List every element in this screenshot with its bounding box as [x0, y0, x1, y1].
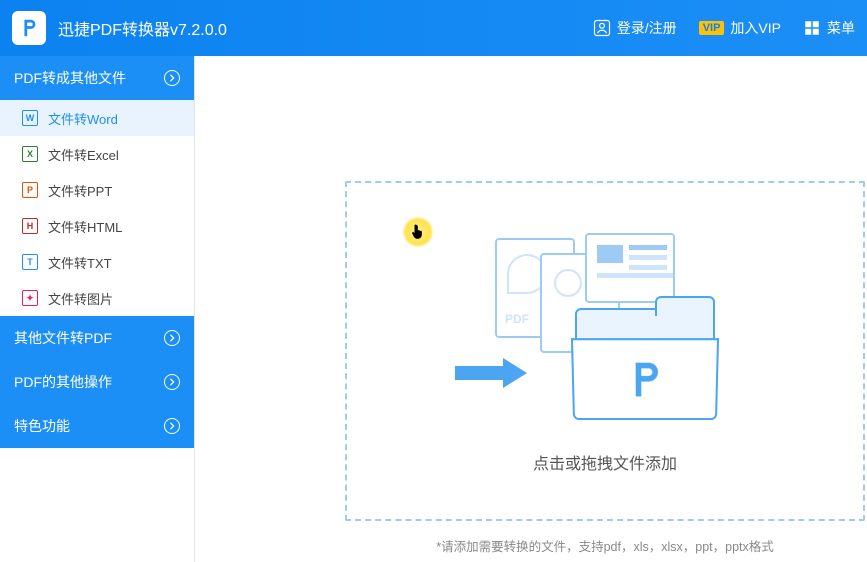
login-register-button[interactable]: 登录/注册	[593, 18, 677, 38]
sidebar-item-to-ppt[interactable]: P 文件转PPT	[0, 172, 194, 208]
menu-button[interactable]: 菜单	[803, 18, 855, 38]
main-content: 点击或拖拽文件添加 *请添加需要转换的文件，支持pdf，xls，xlsx，ppt…	[195, 56, 867, 562]
category-pdf-to-other[interactable]: PDF转成其他文件	[0, 56, 194, 100]
category-label: 特色功能	[14, 416, 70, 436]
grid-icon	[803, 19, 821, 37]
user-icon	[593, 19, 611, 37]
category-label: 其他文件转PDF	[14, 328, 112, 348]
text-doc-icon	[585, 233, 675, 303]
file-dropzone[interactable]: 点击或拖拽文件添加	[345, 181, 865, 521]
chevron-right-icon	[164, 70, 180, 86]
sidebar-item-to-image[interactable]: ✦ 文件转图片	[0, 280, 194, 316]
sidebar-item-to-txt[interactable]: T 文件转TXT	[0, 244, 194, 280]
chevron-right-icon	[164, 374, 180, 390]
sidebar-item-label: 文件转PPT	[48, 181, 112, 200]
category-label: PDF的其他操作	[14, 372, 112, 392]
format-hint: *请添加需要转换的文件，支持pdf，xls，xlsx，ppt，pptx格式	[345, 536, 865, 555]
category-pdf-other-ops[interactable]: PDF的其他操作	[0, 360, 194, 404]
titlebar: 迅捷PDF转换器v7.2.0.0 登录/注册 VIP 加入VIP 菜单	[0, 0, 867, 56]
subitems-pdf-to-other: W 文件转Word X 文件转Excel P 文件转PPT H 文件转HTML …	[0, 100, 194, 316]
txt-file-icon: T	[22, 254, 38, 270]
sidebar-item-to-excel[interactable]: X 文件转Excel	[0, 136, 194, 172]
sidebar-item-label: 文件转Excel	[48, 145, 119, 164]
chevron-right-icon	[164, 418, 180, 434]
dropzone-illustration	[485, 228, 725, 428]
sidebar: PDF转成其他文件 W 文件转Word X 文件转Excel P 文件转PPT …	[0, 56, 195, 562]
app-logo	[12, 11, 46, 45]
app-title: 迅捷PDF转换器v7.2.0.0	[58, 16, 227, 40]
arrow-right-icon	[455, 358, 535, 388]
image-file-icon: ✦	[22, 290, 38, 306]
sidebar-item-label: 文件转Word	[48, 109, 118, 128]
vip-label: 加入VIP	[730, 18, 781, 38]
menu-label: 菜单	[827, 18, 855, 38]
sidebar-item-label: 文件转HTML	[48, 217, 122, 236]
logo-p-icon	[18, 17, 40, 39]
html-file-icon: H	[22, 218, 38, 234]
category-other-to-pdf[interactable]: 其他文件转PDF	[0, 316, 194, 360]
sidebar-item-to-html[interactable]: H 文件转HTML	[0, 208, 194, 244]
category-label: PDF转成其他文件	[14, 68, 126, 88]
folder-p-icon	[623, 357, 668, 402]
sidebar-item-label: 文件转TXT	[48, 253, 112, 272]
category-special-features[interactable]: 特色功能	[0, 404, 194, 448]
ppt-file-icon: P	[22, 182, 38, 198]
dropzone-text: 点击或拖拽文件添加	[533, 450, 677, 474]
vip-badge-icon: VIP	[699, 21, 725, 35]
folder-icon	[575, 308, 715, 418]
login-label: 登录/注册	[617, 18, 677, 38]
join-vip-button[interactable]: VIP 加入VIP	[699, 18, 781, 38]
sidebar-item-label: 文件转图片	[48, 289, 113, 308]
excel-file-icon: X	[22, 146, 38, 162]
word-file-icon: W	[22, 110, 38, 126]
sidebar-item-to-word[interactable]: W 文件转Word	[0, 100, 194, 136]
chevron-right-icon	[164, 330, 180, 346]
